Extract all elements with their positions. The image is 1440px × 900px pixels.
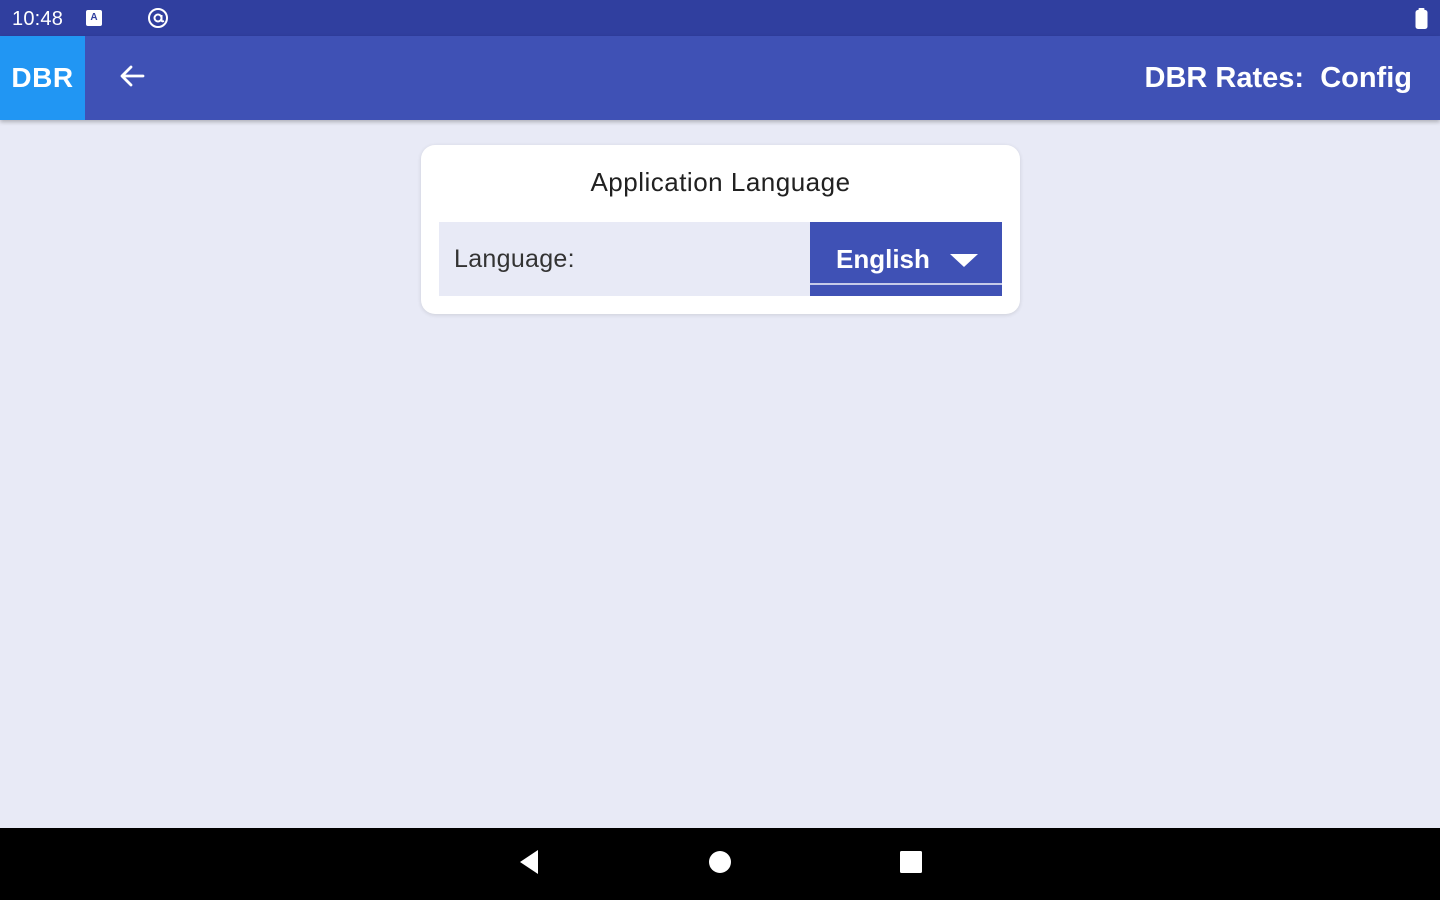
- app-bar: DBR DBR Rates: Config: [0, 36, 1440, 120]
- status-time: 10:48: [12, 8, 64, 30]
- battery-icon: [1414, 8, 1429, 29]
- nav-recents-button[interactable]: [893, 846, 929, 882]
- at-sign-icon: [146, 6, 170, 30]
- brand-logo: DBR: [0, 36, 85, 120]
- dropdown-underline: [810, 283, 1002, 285]
- home-circle-icon: [707, 849, 733, 880]
- arrow-left-icon: [118, 62, 146, 95]
- nav-home-button[interactable]: [702, 846, 738, 882]
- back-triangle-icon: [516, 848, 542, 881]
- recents-square-icon: [899, 850, 923, 879]
- card-title: Application Language: [590, 167, 851, 197]
- system-nav-bar: [0, 828, 1440, 900]
- language-dropdown[interactable]: English: [810, 222, 1002, 296]
- back-button[interactable]: [110, 56, 154, 100]
- nav-back-button[interactable]: [511, 846, 547, 882]
- caret-down-icon: [948, 252, 980, 270]
- language-label: Language:: [454, 244, 575, 273]
- page-title: DBR Rates: Config: [1144, 61, 1412, 94]
- notification-a-icon: A: [86, 10, 102, 26]
- language-settings-card: Application Language Language: English: [421, 145, 1020, 314]
- language-field-row: Language: English: [439, 222, 1002, 296]
- status-bar: 10:48 A: [0, 0, 1440, 36]
